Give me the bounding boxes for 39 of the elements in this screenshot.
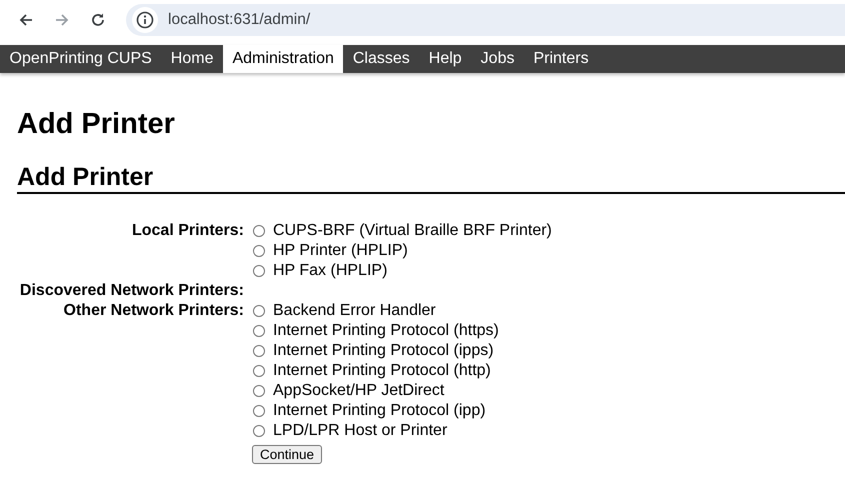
radio-button[interactable] [253, 225, 265, 237]
option-label[interactable]: Internet Printing Protocol (ipp) [273, 401, 486, 421]
nav-tab[interactable]: Administration [222, 45, 344, 73]
radio-button[interactable] [253, 425, 265, 437]
option-label[interactable]: Backend Error Handler [273, 301, 436, 321]
radio-button[interactable] [253, 385, 265, 397]
nav-tab[interactable]: Jobs [471, 45, 524, 73]
option-label[interactable]: Internet Printing Protocol (https) [273, 321, 499, 341]
forward-arrow-icon [54, 12, 70, 28]
radio-button[interactable] [253, 265, 265, 277]
radio-button[interactable] [253, 405, 265, 417]
option-label[interactable]: LPD/LPR Host or Printer [273, 421, 448, 441]
option-label[interactable]: Internet Printing Protocol (http) [273, 361, 491, 381]
nav-tab[interactable]: Classes [343, 45, 420, 73]
section-heading: Add Printer [17, 162, 845, 194]
nav-tab[interactable]: Help [419, 45, 472, 73]
url-text: localhost:631/admin/ [168, 11, 310, 29]
address-bar[interactable]: localhost:631/admin/ [126, 4, 845, 36]
nav-tab[interactable]: Home [161, 45, 223, 73]
option-label[interactable]: HP Printer (HPLIP) [273, 241, 408, 261]
option-label[interactable]: HP Fax (HPLIP) [273, 261, 388, 281]
radio-button[interactable] [253, 325, 265, 337]
field-label: Discovered Network Printers: [20, 282, 244, 299]
site-title-link[interactable]: OpenPrinting CUPS [0, 45, 162, 73]
nav-tab[interactable]: Printers [524, 45, 598, 73]
radio-button[interactable] [253, 245, 265, 257]
option-label[interactable]: CUPS-BRF (Virtual Braille BRF Printer) [273, 221, 552, 241]
continue-button[interactable]: Continue [252, 445, 322, 464]
field-label: Local Printers: [132, 222, 244, 239]
info-icon[interactable] [136, 11, 154, 29]
back-arrow-icon [18, 12, 34, 28]
field-label: Other Network Printers: [64, 302, 244, 319]
radio-button[interactable] [253, 305, 265, 317]
radio-button[interactable] [253, 345, 265, 357]
option-label[interactable]: AppSocket/HP JetDirect [273, 381, 444, 401]
page-title: Add Printer [17, 107, 176, 142]
radio-button[interactable] [253, 365, 265, 377]
option-label[interactable]: Internet Printing Protocol (ipps) [273, 341, 494, 361]
reload-icon [90, 12, 106, 28]
